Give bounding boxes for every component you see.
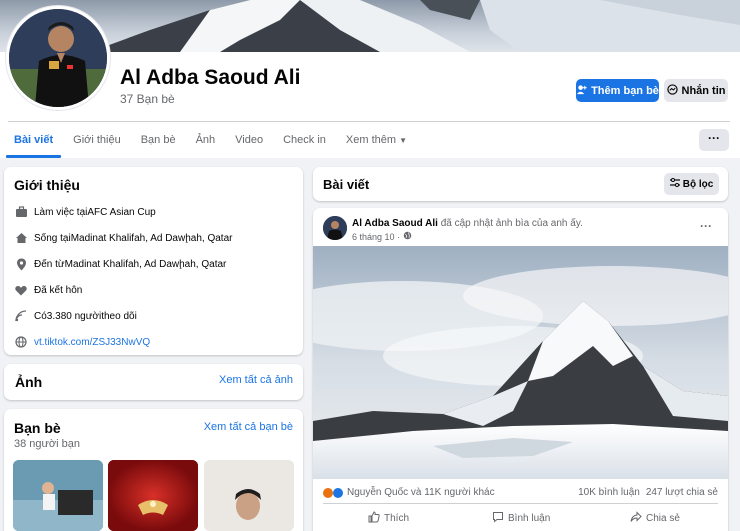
- post-actions-divider: [323, 503, 718, 504]
- heart-icon: [14, 283, 28, 297]
- cover-photo[interactable]: [0, 0, 740, 52]
- intro-followers: Có 3.380 người theo dõi: [14, 303, 293, 329]
- photos-card: Ảnh Xem tất cả ảnh: [4, 364, 303, 400]
- globe-icon: [14, 335, 28, 349]
- home-icon: [14, 231, 28, 245]
- photos-title: Ảnh: [15, 374, 43, 390]
- tab-posts[interactable]: Bài viết: [4, 122, 63, 158]
- caret-down-icon: ▼: [399, 136, 408, 145]
- tab-about[interactable]: Giới thiệu: [63, 122, 131, 158]
- post-action-text: đã cập nhật ảnh bìa của anh ấy.: [437, 218, 583, 229]
- angry-reaction-icon: [323, 487, 333, 498]
- message-button[interactable]: Nhắn tin: [664, 79, 728, 102]
- messenger-icon: [666, 83, 678, 98]
- public-globe-icon: [403, 231, 412, 242]
- tab-more[interactable]: Xem thêm ▼: [336, 122, 417, 158]
- friend-tile[interactable]: [13, 460, 103, 531]
- intro-relationship: Đã kết hôn: [14, 277, 293, 303]
- comment-button[interactable]: Bình luận: [492, 511, 550, 526]
- thumbs-up-icon: [368, 511, 380, 526]
- tab-friends[interactable]: Bạn bè: [131, 122, 186, 158]
- hometown[interactable]: Madinat Khalifah, Ad Dawḩah, Qatar: [65, 259, 227, 270]
- post-author-name[interactable]: Al Adba Saoud Ali: [352, 218, 438, 229]
- post-photo[interactable]: [313, 246, 728, 479]
- friends-title: Bạn bè: [14, 420, 61, 436]
- reactions-summary[interactable]: Nguyễn Quốc và 11K người khác: [323, 487, 495, 498]
- profile-avatar[interactable]: [6, 6, 110, 110]
- share-button[interactable]: Chia sẻ: [630, 511, 680, 526]
- work-place[interactable]: AFC Asian Cup: [87, 207, 155, 218]
- comment-count[interactable]: 10K bình luận: [578, 487, 640, 498]
- profile-name: Al Adba Saoud Ali: [120, 66, 301, 89]
- friend-count[interactable]: 37 Bạn bè: [120, 92, 175, 106]
- like-reaction-icon: [333, 487, 343, 498]
- message-label: Nhắn tin: [681, 84, 726, 97]
- intro-work: Làm việc tại AFC Asian Cup: [14, 199, 293, 225]
- tab-videos[interactable]: Video: [225, 122, 273, 158]
- engagement-stats: 10K bình luận 247 lượt chia sẻ: [578, 487, 718, 498]
- profile-tabs: Bài viết Giới thiệu Bạn bè Ảnh Video Che…: [4, 122, 417, 158]
- post-meta: 6 tháng 10 ·: [352, 231, 412, 242]
- share-icon: [630, 511, 642, 526]
- intro-from: Đến từ Madinat Khalifah, Ad Dawḩah, Qata…: [14, 251, 293, 277]
- post-author-avatar[interactable]: [323, 216, 347, 240]
- see-all-photos-link[interactable]: Xem tất cả ảnh: [219, 374, 293, 386]
- filter-button[interactable]: Bộ lọc: [664, 173, 719, 195]
- intro-card: Giới thiệu Làm việc tại AFC Asian Cup Số…: [4, 167, 303, 355]
- tab-checkins[interactable]: Check in: [273, 122, 336, 158]
- website-link[interactable]: vt.tiktok.com/ZSJ33NwVQ: [34, 337, 150, 348]
- add-friend-label: Thêm bạn bè: [591, 84, 659, 97]
- intro-title: Giới thiệu: [14, 177, 80, 193]
- tab-photos[interactable]: Ảnh: [186, 122, 226, 158]
- profile-more-button[interactable]: ···: [699, 129, 729, 151]
- like-button[interactable]: Thích: [368, 511, 409, 526]
- post-date[interactable]: 6 tháng 10 ·: [352, 232, 400, 242]
- location-pin-icon: [14, 257, 28, 271]
- comment-icon: [492, 511, 504, 526]
- post-options-button[interactable]: ···: [700, 219, 712, 233]
- friends-count: 38 người bạn: [14, 438, 80, 450]
- add-friend-button[interactable]: Thêm bạn bè: [576, 79, 659, 102]
- friend-tile[interactable]: [108, 460, 198, 531]
- posts-title: Bài viết: [323, 177, 370, 192]
- intro-website: vt.tiktok.com/ZSJ33NwVQ: [14, 329, 293, 355]
- filter-icon: [669, 178, 680, 190]
- briefcase-icon: [14, 205, 28, 219]
- post-header-line: Al Adba Saoud Ali đã cập nhật ảnh bìa củ…: [352, 218, 583, 229]
- share-count[interactable]: 247 lượt chia sẻ: [646, 487, 718, 498]
- followers-count[interactable]: 3.380 người: [47, 311, 101, 322]
- current-city[interactable]: Madinat Khalifah, Ad Dawḩah, Qatar: [71, 233, 233, 244]
- friend-tile[interactable]: [204, 460, 294, 531]
- add-person-icon: [576, 84, 587, 98]
- see-all-friends-link[interactable]: Xem tất cả bạn bè: [204, 421, 293, 433]
- followers-icon: [14, 309, 28, 323]
- intro-lives: Sống tại Madinat Khalifah, Ad Dawḩah, Qa…: [14, 225, 293, 251]
